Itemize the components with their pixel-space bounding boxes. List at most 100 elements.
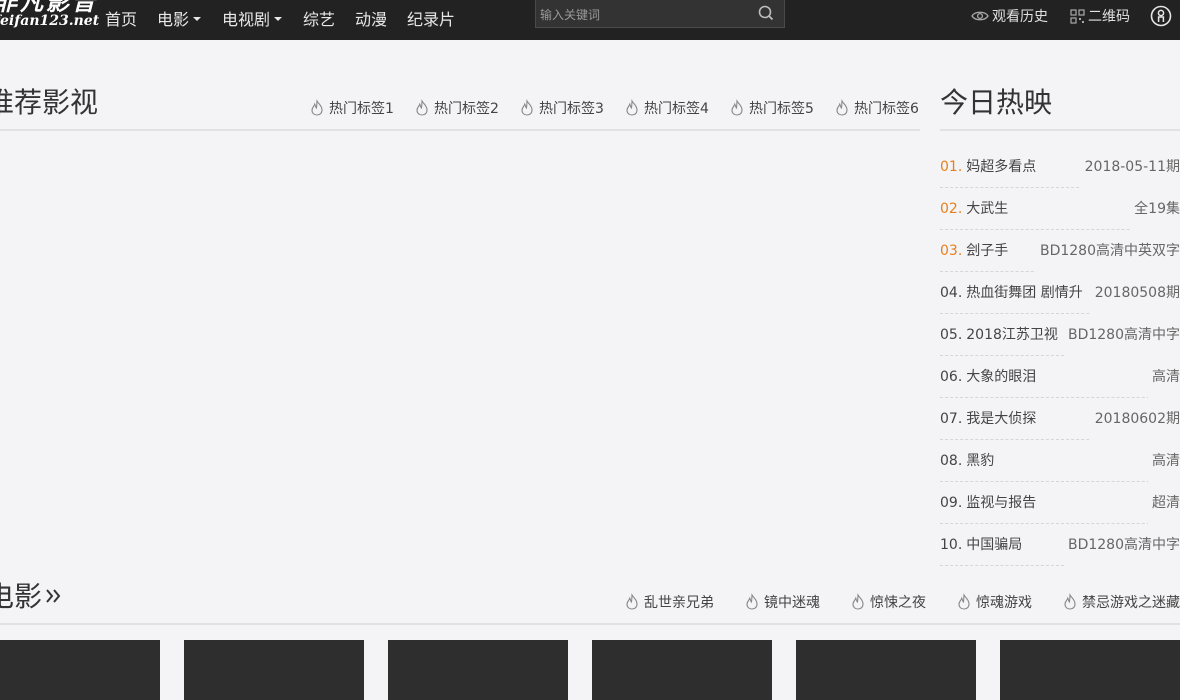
search-input[interactable] — [536, 0, 751, 27]
title-link[interactable]: 刽子手 — [966, 243, 1008, 259]
episode-tag: 超清 — [1148, 482, 1180, 524]
hot-list-item[interactable]: 07. 我是大侦探 20180602期 — [940, 398, 1180, 440]
hot-list-item[interactable]: 10. 中国骗局 BD1280高清中字 — [940, 524, 1180, 566]
title-link[interactable]: 热血街舞团 剧情升 — [966, 285, 1082, 301]
hot-list-item[interactable]: 03. 刽子手 BD1280高清中英双字 — [940, 230, 1180, 272]
watch-history-link[interactable]: 观看历史 — [971, 6, 1048, 26]
site-logo[interactable]: 非凡影音 feifan123.net — [0, 0, 99, 28]
hot-tag-link[interactable]: 热门标签1 — [308, 98, 394, 118]
hot-tag-link[interactable]: 热门标签5 — [728, 98, 814, 118]
search-box — [535, 0, 785, 28]
hot-tag-link[interactable]: 热门标签3 — [518, 98, 604, 118]
caret-down-icon — [193, 16, 202, 21]
user-icon — [1150, 5, 1172, 27]
flame-icon — [958, 593, 970, 610]
episode-tag: 20180508期 — [1090, 272, 1180, 314]
episode-tag: 全19集 — [1130, 188, 1180, 230]
title-link[interactable]: 2018江苏卫视 — [966, 327, 1058, 343]
hot-tag-link[interactable]: 热门标签6 — [833, 98, 919, 118]
movie-tag-link[interactable]: 镜中迷魂 — [743, 592, 820, 612]
flame-icon — [416, 99, 428, 116]
double-chevron-right-icon — [46, 589, 61, 603]
episode-tag: 高清 — [1148, 356, 1180, 398]
more-movies-link[interactable] — [45, 585, 63, 611]
rank-number: 06. — [940, 369, 963, 385]
rank-number: 09. — [940, 495, 963, 511]
movie-tag-link[interactable]: 禁忌游戏之迷藏 — [1061, 592, 1180, 612]
movie-divider — [0, 623, 1180, 625]
episode-tag: 高清 — [1148, 440, 1180, 482]
top-navigation-bar: 非凡影音 feifan123.net 首页 电影 电视剧 综艺 动漫 纪录片 观… — [0, 0, 1180, 40]
hot-list-item[interactable]: 02. 大武生 全19集 — [940, 188, 1180, 230]
movie-thumbnail[interactable] — [796, 640, 976, 700]
hot-tag-link[interactable]: 热门标签2 — [413, 98, 499, 118]
rank-number: 07. — [940, 411, 963, 427]
nav-item-tv[interactable]: 电视剧 — [222, 6, 283, 30]
hot-list-item[interactable]: 08. 黑豹 高清 — [940, 440, 1180, 482]
nav-label: 电视剧 — [222, 10, 271, 29]
title-link[interactable]: 我是大侦探 — [966, 411, 1036, 427]
flame-icon — [852, 593, 864, 610]
nav-item-variety[interactable]: 综艺 — [303, 6, 335, 30]
rank-number: 10. — [940, 537, 963, 553]
movie-tag-label: 惊悚之夜 — [870, 595, 926, 611]
rank-number: 02. — [940, 201, 963, 217]
movie-tag-link[interactable]: 惊魂游戏 — [955, 592, 1032, 612]
movie-thumbnail[interactable] — [592, 640, 772, 700]
qrcode-label: 二维码 — [1088, 9, 1130, 25]
movie-thumbnail[interactable] — [388, 640, 568, 700]
hot-list-item[interactable]: 05. 2018江苏卫视 BD1280高清中字 — [940, 314, 1180, 356]
nav-item-home[interactable]: 首页 — [105, 6, 137, 30]
flame-icon — [626, 593, 638, 610]
flame-icon — [626, 99, 638, 116]
search-button[interactable] — [748, 0, 784, 27]
movie-section-title[interactable]: 电影 — [0, 583, 42, 611]
caret-down-icon — [274, 16, 283, 21]
hot-tag-link[interactable]: 热门标签4 — [623, 98, 709, 118]
hot-list-item[interactable]: 06. 大象的眼泪 高清 — [940, 356, 1180, 398]
watch-history-label: 观看历史 — [992, 9, 1048, 25]
user-account-button[interactable] — [1150, 5, 1172, 27]
nav-label: 首页 — [105, 10, 138, 29]
title-link[interactable]: 黑豹 — [966, 453, 994, 469]
hot-tag-label: 热门标签3 — [539, 101, 604, 117]
qrcode-icon — [1070, 8, 1085, 24]
title-link[interactable]: 大武生 — [966, 201, 1008, 217]
flame-icon — [731, 99, 743, 116]
episode-tag: BD1280高清中字 — [1063, 314, 1180, 356]
search-icon — [758, 5, 774, 21]
episode-tag: BD1280高清中英双字 — [1035, 230, 1180, 272]
hot-tag-label: 热门标签2 — [434, 101, 499, 117]
hot-section-title: 今日热映 — [940, 86, 1053, 119]
episode-tag: 20180602期 — [1090, 398, 1180, 440]
qrcode-link[interactable]: 二维码 — [1070, 6, 1130, 26]
flame-icon — [311, 99, 323, 116]
hot-tag-label: 热门标签5 — [749, 101, 814, 117]
hot-list-item[interactable]: 04. 热血街舞团 剧情升 20180508期 — [940, 272, 1180, 314]
movie-thumbnail[interactable] — [1000, 640, 1180, 700]
movie-thumbnail[interactable] — [184, 640, 364, 700]
movie-tag-link[interactable]: 乱世亲兄弟 — [623, 592, 714, 612]
hot-list-item[interactable]: 09. 监视与报告 超清 — [940, 482, 1180, 524]
nav-label: 动漫 — [355, 10, 388, 29]
nav-item-movie[interactable]: 电影 — [157, 6, 202, 30]
movie-tag-link[interactable]: 惊悚之夜 — [849, 592, 926, 612]
movie-thumbnail[interactable] — [0, 640, 160, 700]
nav-label: 综艺 — [303, 10, 336, 29]
title-link[interactable]: 妈超多看点 — [966, 159, 1036, 175]
flame-icon — [746, 593, 758, 610]
nav-item-documentary[interactable]: 纪录片 — [407, 6, 455, 30]
rank-number: 08. — [940, 453, 963, 469]
hot-list-item[interactable]: 01. 妈超多看点 2018-05-11期 — [940, 146, 1180, 188]
recommend-section-title: 推荐影视 — [0, 86, 99, 119]
title-link[interactable]: 监视与报告 — [966, 495, 1036, 511]
rank-number: 03. — [940, 243, 963, 259]
nav-label: 电影 — [157, 10, 190, 29]
hot-tag-label: 热门标签4 — [644, 101, 709, 117]
nav-item-anime[interactable]: 动漫 — [355, 6, 387, 30]
hot-tag-label: 热门标签1 — [329, 101, 394, 117]
recommend-divider — [0, 129, 920, 131]
title-link[interactable]: 中国骗局 — [966, 537, 1022, 553]
title-link[interactable]: 大象的眼泪 — [966, 369, 1036, 385]
episode-tag: 2018-05-11期 — [1080, 146, 1180, 188]
